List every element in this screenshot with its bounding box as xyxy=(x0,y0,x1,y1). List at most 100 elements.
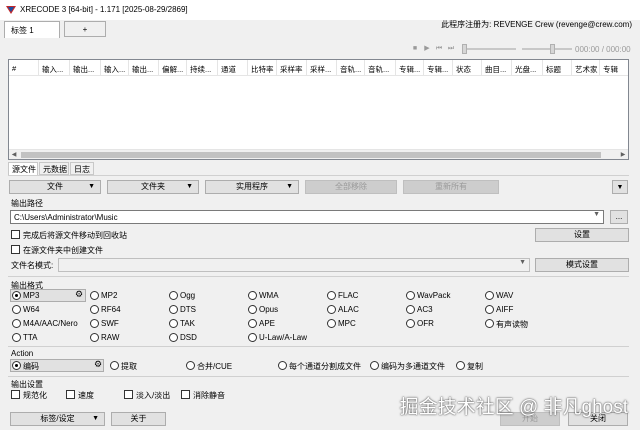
action-radio[interactable] xyxy=(110,361,119,370)
volume-slider-thumb[interactable] xyxy=(550,44,555,54)
pattern-settings-button[interactable]: 模式设置 xyxy=(535,258,629,272)
format-radio[interactable] xyxy=(485,319,494,328)
format-radio[interactable] xyxy=(406,305,415,314)
volume-slider[interactable] xyxy=(522,48,572,50)
filename-pattern-combo[interactable]: ▼ xyxy=(58,258,530,272)
create-in-source-checkbox[interactable] xyxy=(11,245,20,254)
format-radio[interactable] xyxy=(248,305,257,314)
format-radio[interactable] xyxy=(169,319,178,328)
chevron-down-icon: ▼ xyxy=(519,259,526,266)
settings-button[interactable]: 设置 xyxy=(535,228,629,242)
tags-settings-button[interactable]: 标签/设定 ▼ xyxy=(10,412,105,426)
column-header[interactable]: 音轨... xyxy=(337,60,365,76)
file-list[interactable]: # 输入... 输出... 输入... 输出... 偏解... 持续... 通道… xyxy=(8,59,629,160)
format-radio[interactable] xyxy=(169,291,178,300)
horizontal-scrollbar[interactable]: ◀ ▶ xyxy=(9,149,628,159)
browse-button[interactable]: ... xyxy=(610,210,628,224)
utilities-menu-button[interactable]: 实用程序 ▼ xyxy=(205,180,299,194)
format-radio[interactable] xyxy=(12,333,21,342)
format-radio[interactable] xyxy=(90,291,99,300)
format-radio[interactable] xyxy=(169,333,178,342)
column-header[interactable]: 输入... xyxy=(39,60,70,76)
column-header[interactable]: 采样率 xyxy=(277,60,307,76)
column-header[interactable]: # xyxy=(9,60,39,76)
action-radio[interactable] xyxy=(278,361,287,370)
column-header[interactable]: 标题 xyxy=(543,60,572,76)
action-radio[interactable] xyxy=(456,361,465,370)
action-radio[interactable] xyxy=(370,361,379,370)
play-icon[interactable]: ▶ xyxy=(422,44,432,54)
action-option-label: 编码 xyxy=(23,362,39,371)
list-options-button[interactable]: ▼ xyxy=(612,180,628,194)
column-header[interactable]: 专辑... xyxy=(424,60,453,76)
normalize-checkbox[interactable] xyxy=(11,390,20,399)
next-icon[interactable]: ⏭ xyxy=(446,44,456,54)
scroll-left-icon[interactable]: ◀ xyxy=(9,150,19,160)
column-header[interactable]: 通道 xyxy=(218,60,248,76)
tab-source-files[interactable]: 源文件 xyxy=(8,162,38,176)
action-option-label: 每个通道分割成文件 xyxy=(289,362,361,371)
format-radio[interactable] xyxy=(248,291,257,300)
tab-1[interactable]: 标签 1 xyxy=(4,21,60,38)
format-radio[interactable] xyxy=(90,319,99,328)
reset-all-button[interactable]: 重新所有 xyxy=(403,180,499,194)
seek-slider[interactable] xyxy=(464,48,516,50)
format-label: Opus xyxy=(259,305,279,314)
format-radio[interactable] xyxy=(12,319,21,328)
gear-icon[interactable]: ⚙ xyxy=(75,289,83,300)
previous-icon[interactable]: ⏮ xyxy=(434,44,444,54)
format-radio[interactable] xyxy=(90,305,99,314)
format-radio[interactable] xyxy=(327,319,336,328)
format-label: AC3 xyxy=(417,305,433,314)
gear-icon[interactable]: ⚙ xyxy=(94,359,102,370)
stop-icon[interactable]: ■ xyxy=(410,44,420,54)
speed-checkbox[interactable] xyxy=(66,390,75,399)
format-radio[interactable] xyxy=(169,305,178,314)
format-radio[interactable] xyxy=(248,319,257,328)
column-header[interactable]: 曲目... xyxy=(482,60,512,76)
format-radio[interactable] xyxy=(485,291,494,300)
output-path-combo[interactable]: C:\Users\Administrator\Music ▼ xyxy=(10,210,604,224)
column-header[interactable]: 采样... xyxy=(307,60,337,76)
column-header[interactable]: 输出... xyxy=(129,60,159,76)
scrollbar-thumb[interactable] xyxy=(21,152,601,158)
column-header[interactable]: 专辑... xyxy=(396,60,424,76)
format-radio[interactable] xyxy=(12,305,21,314)
column-header[interactable]: 光盘... xyxy=(512,60,543,76)
column-header[interactable]: 艺术家 xyxy=(572,60,600,76)
format-label: MP3 xyxy=(23,291,40,300)
format-radio[interactable] xyxy=(90,333,99,342)
column-header[interactable]: 状态 xyxy=(453,60,482,76)
column-header[interactable]: 音轨... xyxy=(365,60,396,76)
column-header[interactable]: 输入... xyxy=(101,60,129,76)
add-tab-button[interactable]: + xyxy=(64,21,106,37)
format-radio[interactable] xyxy=(406,291,415,300)
column-header[interactable]: 输出... xyxy=(70,60,101,76)
remove-silence-checkbox[interactable] xyxy=(181,390,190,399)
column-header[interactable]: 偏解... xyxy=(159,60,187,76)
tab-metadata[interactable]: 元数据 xyxy=(39,162,69,175)
column-header[interactable]: 专辑 xyxy=(600,60,629,76)
move-to-recycle-checkbox[interactable] xyxy=(11,230,20,239)
seek-slider-thumb[interactable] xyxy=(462,44,467,54)
tab-log[interactable]: 日志 xyxy=(70,162,94,175)
format-radio[interactable] xyxy=(327,291,336,300)
scroll-right-icon[interactable]: ▶ xyxy=(618,150,628,160)
format-radio[interactable] xyxy=(327,305,336,314)
fade-checkbox[interactable] xyxy=(124,390,133,399)
file-menu-button[interactable]: 文件 ▼ xyxy=(9,180,101,194)
format-radio[interactable] xyxy=(485,305,494,314)
transport-bar: ■ ▶ ⏮ ⏭ 000:00 / 000:00 xyxy=(410,44,631,56)
format-radio[interactable] xyxy=(406,319,415,328)
action-radio[interactable] xyxy=(186,361,195,370)
column-header[interactable]: 比特率 xyxy=(248,60,277,76)
folder-menu-button[interactable]: 文件夹 ▼ xyxy=(107,180,199,194)
format-radio[interactable] xyxy=(12,291,21,300)
column-header[interactable]: 持续... xyxy=(187,60,218,76)
format-label: WavPack xyxy=(417,291,451,300)
format-radio[interactable] xyxy=(248,333,257,342)
action-option-label: 合并/CUE xyxy=(197,362,233,371)
about-button[interactable]: 关于 xyxy=(111,412,166,426)
remove-all-button[interactable]: 全部移除 xyxy=(305,180,397,194)
action-radio[interactable] xyxy=(12,361,21,370)
